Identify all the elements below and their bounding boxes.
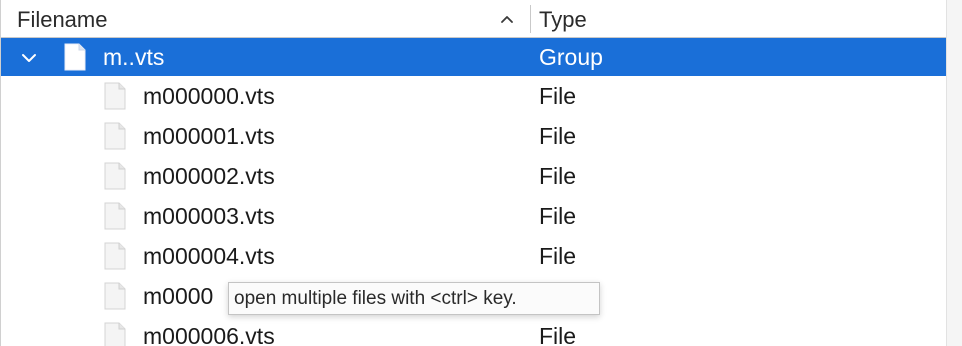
file-row[interactable]: m000002.vts File: [1, 156, 947, 196]
file-name: m0000: [143, 283, 214, 309]
chevron-down-icon[interactable]: [18, 51, 40, 65]
file-type: File: [539, 123, 577, 149]
group-name: m..vts: [103, 44, 165, 70]
file-row[interactable]: m000004.vts File: [1, 236, 947, 276]
file-row[interactable]: m000000.vts File: [1, 76, 947, 116]
file-name: m000004.vts: [143, 243, 275, 269]
chevron-up-icon[interactable]: [500, 13, 514, 25]
vertical-scrollbar[interactable]: [946, 0, 962, 346]
document-icon: [104, 122, 126, 150]
file-name: m000001.vts: [143, 123, 275, 149]
document-icon: [104, 202, 126, 230]
file-name: m000002.vts: [143, 163, 275, 189]
document-icon: [104, 82, 126, 110]
file-type: File: [539, 163, 577, 189]
file-type: File: [539, 83, 577, 109]
document-icon: [104, 282, 126, 310]
group-type: Group: [539, 44, 603, 70]
file-tree-panel: Filename Type m..vts Group m000000.vts Fi…: [0, 0, 947, 346]
column-header: Filename Type: [1, 0, 947, 38]
document-icon: [104, 162, 126, 190]
file-name: m000000.vts: [143, 83, 275, 109]
document-icon: [104, 322, 126, 346]
file-row[interactable]: m000006.vts File: [1, 316, 947, 346]
filename-column-header[interactable]: Filename: [17, 0, 517, 38]
document-icon: [104, 242, 126, 270]
file-name: m000003.vts: [143, 203, 275, 229]
file-type: File: [539, 243, 577, 269]
file-type: File: [539, 203, 577, 229]
file-name: m000006.vts: [143, 323, 275, 346]
tooltip: open multiple files with <ctrl> key.: [228, 282, 600, 315]
type-column-header[interactable]: Type: [539, 0, 839, 38]
column-divider[interactable]: [530, 5, 531, 33]
file-row[interactable]: m000001.vts File: [1, 116, 947, 156]
document-icon: [64, 43, 86, 71]
file-type: File: [539, 323, 577, 346]
group-row[interactable]: m..vts Group: [1, 38, 947, 76]
file-row[interactable]: m000003.vts File: [1, 196, 947, 236]
